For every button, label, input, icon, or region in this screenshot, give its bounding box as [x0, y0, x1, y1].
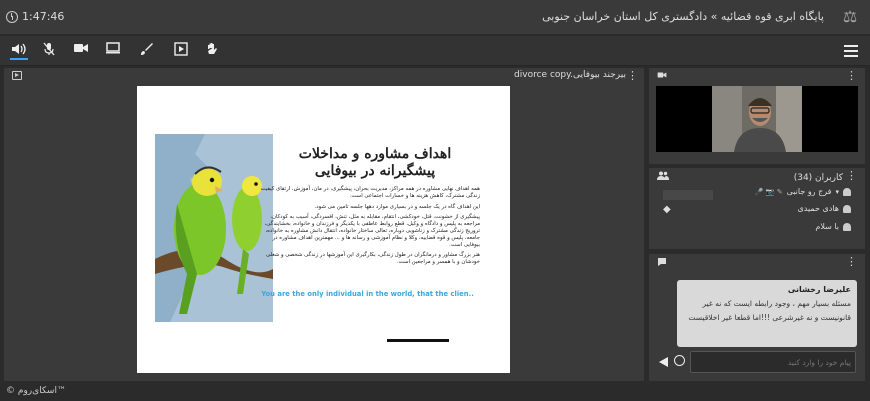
slide-quote: You are the only individual in the world…: [261, 290, 474, 298]
emoji-icon[interactable]: [674, 355, 685, 366]
users-pane: کاربران (34) ⋮ 🎤 📷 ✎ فرج رو جانبی ▾ هادی…: [649, 168, 865, 249]
user-status-icons: 🎤 📷 ✎: [754, 187, 783, 196]
slide: اهداف مشاوره و مداخلات پیشگیرانه در بیوف…: [137, 86, 510, 373]
speaker-icon[interactable]: [10, 42, 28, 60]
slide-bullet: هنر بزرگ مشاور و درمانگران در طول زندگی،…: [265, 252, 480, 266]
user-icon: [843, 222, 851, 231]
user-item[interactable]: با سلام: [815, 222, 851, 231]
top-bar: 1:47:46 پایگاه ابری قوه قضائیه » دادگستر…: [0, 0, 870, 35]
user-icon: [843, 204, 851, 213]
chat-icon: [657, 257, 667, 270]
user-name: هادی حمیدی: [797, 204, 839, 213]
toolbar: [0, 36, 870, 66]
skyroom-logo-icon: ⚖: [842, 7, 858, 26]
video-pane: ⋮: [649, 68, 865, 164]
user-icon: [843, 187, 851, 196]
presentation-pane: divorce copy.بیرجند بیوفایی ⋮ اهداف مشاو…: [4, 68, 644, 381]
chat-text: مسئله بسیار مهم ، وجود رابطه ایست که نه …: [688, 299, 851, 322]
user-item[interactable]: 🎤 📷 ✎ فرج رو جانبی ▾: [755, 187, 851, 196]
eraser-icon: ◆: [663, 204, 671, 215]
presentation-icon[interactable]: [12, 71, 22, 80]
presentation-file-title: divorce copy.بیرجند بیوفایی: [514, 70, 626, 80]
chat-pane: ⋮ علیرضا رخشانی مسئله بسیار مهم ، وجود ر…: [649, 254, 865, 381]
camera-icon: [657, 71, 667, 82]
clock-icon: [6, 10, 18, 23]
users-menu-icon[interactable]: ⋮: [846, 169, 857, 182]
camera-icon[interactable]: [72, 42, 90, 60]
brush-icon[interactable]: [138, 42, 156, 60]
webcam-video: [656, 86, 858, 152]
timer-text: 1:47:46: [22, 10, 65, 23]
chat-message: علیرضا رخشانی مسئله بسیار مهم ، وجود راب…: [677, 280, 857, 347]
users-title: کاربران (34): [793, 173, 843, 183]
slide-bullet: پیشگیری از خشونت، قتل، خودکشی، انتقام، م…: [264, 214, 480, 248]
chevron-down-icon[interactable]: ▾: [835, 188, 839, 196]
slide-bullets: همه اهداف نهایی مشاوره در همه مراکز، مدی…: [255, 186, 480, 270]
slide-bullet: همه اهداف نهایی مشاوره در همه مراکز، مدی…: [260, 186, 480, 199]
session-timer: 1:47:46: [6, 10, 64, 23]
footer: © اسکای‌روم™: [0, 383, 870, 401]
chat-input[interactable]: [690, 351, 856, 373]
presentation-menu-icon[interactable]: ⋮: [627, 69, 638, 82]
screen-share-icon[interactable]: [104, 42, 122, 60]
user-name: با سلام: [815, 222, 839, 231]
users-icon: [657, 171, 669, 183]
presentation-header: divorce copy.بیرجند بیوفایی ⋮: [4, 68, 644, 84]
room-title: پایگاه ابری قوه قضائیه » دادگستری کل است…: [542, 10, 824, 23]
raise-hand-icon[interactable]: [203, 42, 221, 60]
slide-heading: اهداف مشاوره و مداخلات پیشگیرانه در بیوف…: [298, 146, 452, 179]
slide-divider: [387, 339, 449, 342]
play-icon[interactable]: [172, 42, 190, 60]
user-row-highlight: [663, 190, 713, 200]
user-item[interactable]: هادی حمیدی: [798, 204, 851, 213]
send-icon[interactable]: [659, 357, 668, 367]
chat-menu-icon[interactable]: ⋮: [846, 255, 857, 268]
user-name: فرج رو جانبی: [786, 187, 832, 196]
chat-sender: علیرضا رخشانی: [787, 285, 851, 294]
mic-muted-icon[interactable]: [40, 42, 58, 60]
video-menu-icon[interactable]: ⋮: [846, 69, 857, 82]
hamburger-menu-icon[interactable]: [844, 45, 858, 57]
brand-text: © اسکای‌روم™: [6, 386, 66, 396]
slide-bullet: این اهداف گاه در یک جلسه و در بسیاری موا…: [314, 203, 480, 210]
